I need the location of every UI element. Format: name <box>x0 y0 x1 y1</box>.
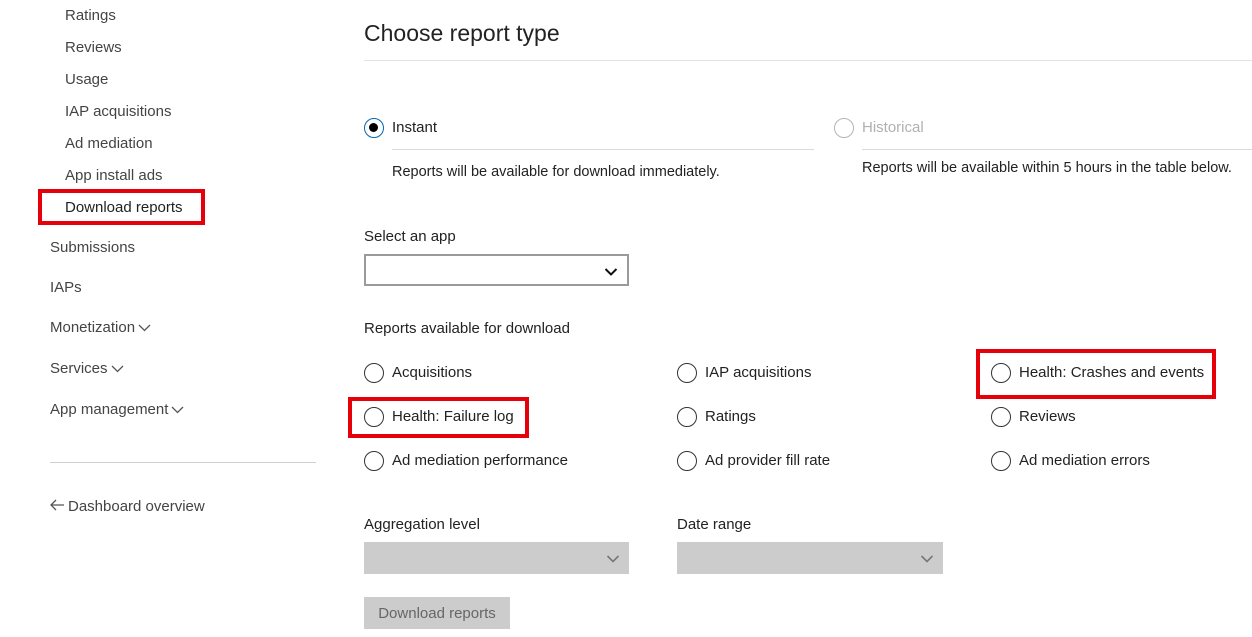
sidebar-item-iap-acquisitions[interactable]: IAP acquisitions <box>65 102 171 122</box>
report-ratings-radio[interactable] <box>677 407 697 427</box>
historical-description: Reports will be available within 5 hours… <box>862 160 1232 176</box>
instant-description: Reports will be available for download i… <box>392 164 720 180</box>
sidebar-divider <box>50 462 316 463</box>
historical-divider <box>862 149 1252 150</box>
chevron-down-icon <box>604 264 618 281</box>
report-iap-acquisitions-label[interactable]: IAP acquisitions <box>705 363 811 383</box>
title-divider <box>364 60 1252 61</box>
aggregation-dropdown[interactable] <box>364 542 629 574</box>
sidebar-item-usage[interactable]: Usage <box>65 70 108 90</box>
select-app-label: Select an app <box>364 228 456 245</box>
report-crashes-events-label[interactable]: Health: Crashes and events <box>1019 363 1204 383</box>
report-iap-acquisitions-radio[interactable] <box>677 363 697 383</box>
back-link-label: Dashboard overview <box>68 498 205 515</box>
download-reports-button[interactable]: Download reports <box>364 597 510 629</box>
sidebar-item-reviews[interactable]: Reviews <box>65 38 122 58</box>
aggregation-label: Aggregation level <box>364 516 480 533</box>
historical-label[interactable]: Historical <box>862 118 924 138</box>
report-failure-log-radio[interactable] <box>364 407 384 427</box>
report-ad-provider-fill-rate-label[interactable]: Ad provider fill rate <box>705 451 830 471</box>
report-ad-mediation-errors-label[interactable]: Ad mediation errors <box>1019 451 1150 471</box>
instant-label[interactable]: Instant <box>392 118 437 138</box>
report-acquisitions-radio[interactable] <box>364 363 384 383</box>
report-ad-mediation-errors-radio[interactable] <box>991 451 1011 471</box>
sidebar-item-monetization[interactable]: Monetization <box>50 318 151 338</box>
sidebar-item-ratings[interactable]: Ratings <box>65 6 116 26</box>
sidebar-item-label: App management <box>50 401 169 418</box>
chevron-down-icon <box>138 318 151 338</box>
report-ad-provider-fill-rate-radio[interactable] <box>677 451 697 471</box>
sidebar-item-submissions[interactable]: Submissions <box>50 238 135 258</box>
arrow-left-icon <box>50 497 64 517</box>
select-app-dropdown[interactable] <box>364 254 629 286</box>
report-ad-mediation-performance-radio[interactable] <box>364 451 384 471</box>
instant-divider <box>392 149 814 150</box>
chevron-down-icon <box>171 400 184 420</box>
historical-radio[interactable] <box>834 118 854 138</box>
sidebar-item-services[interactable]: Services <box>50 359 124 379</box>
sidebar-item-iaps[interactable]: IAPs <box>50 278 82 298</box>
sidebar-item-label: Monetization <box>50 319 136 336</box>
back-to-dashboard-link[interactable]: Dashboard overview <box>50 497 205 517</box>
page-title: Choose report type <box>364 20 560 46</box>
sidebar-item-app-install-ads[interactable]: App install ads <box>65 166 163 186</box>
sidebar-item-label: Services <box>50 360 108 377</box>
report-ad-mediation-performance-label[interactable]: Ad mediation performance <box>392 451 568 471</box>
report-ratings-label[interactable]: Ratings <box>705 407 756 427</box>
report-acquisitions-label[interactable]: Acquisitions <box>392 363 472 383</box>
report-reviews-radio[interactable] <box>991 407 1011 427</box>
report-failure-log-label[interactable]: Health: Failure log <box>392 407 514 427</box>
instant-radio[interactable] <box>364 118 384 138</box>
report-reviews-label[interactable]: Reviews <box>1019 407 1076 427</box>
chevron-down-icon <box>111 359 124 379</box>
date-range-dropdown[interactable] <box>677 542 943 574</box>
chevron-down-icon <box>920 551 934 568</box>
date-range-label: Date range <box>677 516 752 533</box>
reports-heading: Reports available for download <box>364 320 570 337</box>
report-crashes-events-radio[interactable] <box>991 363 1011 383</box>
sidebar-item-app-management[interactable]: App management <box>50 400 184 420</box>
chevron-down-icon <box>606 551 620 568</box>
sidebar-item-download-reports[interactable]: Download reports <box>65 198 183 218</box>
sidebar-item-ad-mediation[interactable]: Ad mediation <box>65 134 153 154</box>
